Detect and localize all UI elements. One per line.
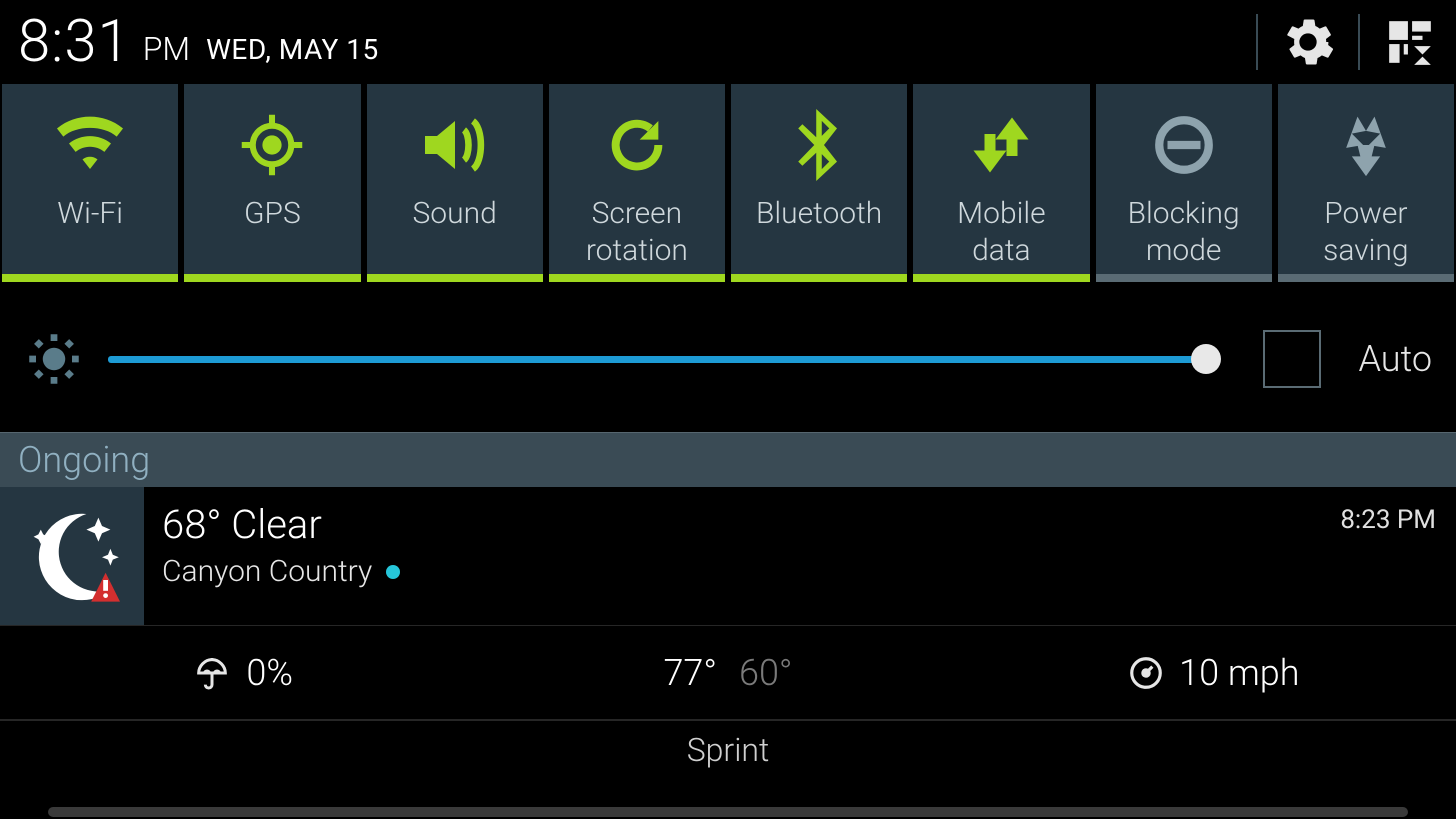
- powersave-icon: [1278, 102, 1454, 188]
- section-header-ongoing: Ongoing: [0, 432, 1456, 487]
- toggle-indicator: [1096, 274, 1272, 282]
- brightness-row: Auto: [0, 314, 1456, 404]
- quick-toggles: Wi-Fi GPS Sound Screenrotation Bluetooth…: [0, 84, 1456, 282]
- gear-icon: [1282, 16, 1334, 68]
- toggle-indicator: [184, 274, 360, 282]
- toggle-label: GPS: [240, 196, 305, 233]
- toggle-label: Wi-Fi: [53, 196, 127, 233]
- toggle-label: Bluetooth: [752, 196, 886, 233]
- carrier-label: Sprint: [0, 719, 1456, 773]
- weather-location: Canyon Country: [162, 554, 372, 589]
- toggle-label: Powersaving: [1319, 196, 1412, 269]
- weather-notification[interactable]: 68° Clear Canyon Country 8:23 PM: [0, 487, 1456, 625]
- rotate-icon: [549, 102, 725, 188]
- toggle-rotate[interactable]: Screenrotation: [549, 84, 725, 282]
- toggle-indicator: [1278, 274, 1454, 282]
- blocking-icon: [1096, 102, 1272, 188]
- wind-value: 10 mph: [1179, 652, 1299, 694]
- bluetooth-icon: [731, 102, 907, 188]
- toggle-gps[interactable]: GPS: [184, 84, 360, 282]
- wind-item: 10 mph: [971, 652, 1456, 694]
- divider: [1358, 14, 1360, 70]
- grid-icon: [1385, 17, 1435, 67]
- sound-icon: [367, 102, 543, 188]
- toggle-label: Sound: [409, 196, 501, 233]
- toggle-indicator: [731, 274, 907, 282]
- toggle-wifi[interactable]: Wi-Fi: [2, 84, 178, 282]
- status-bar: 8:31 PM WED, MAY 15: [0, 0, 1456, 80]
- brightness-auto-checkbox[interactable]: [1263, 330, 1321, 388]
- toggle-mobiledata[interactable]: Mobiledata: [913, 84, 1089, 282]
- settings-button[interactable]: [1280, 14, 1336, 70]
- clock-time: 8:31: [18, 8, 131, 76]
- temp-high: 77°: [663, 652, 717, 694]
- location-dot-icon: [386, 565, 400, 579]
- weather-detail-row: 0% 77° 60° 10 mph: [0, 625, 1456, 719]
- temp-low: 60°: [739, 652, 793, 694]
- brightness-icon: [24, 329, 84, 389]
- wifi-icon: [2, 102, 178, 188]
- weather-timestamp: 8:23 PM: [1340, 501, 1436, 615]
- toggle-indicator: [2, 274, 178, 282]
- scroll-handle[interactable]: [48, 807, 1408, 817]
- wind-gauge-icon: [1127, 654, 1165, 692]
- toggle-blocking[interactable]: Blockingmode: [1096, 84, 1272, 282]
- brightness-thumb[interactable]: [1191, 344, 1221, 374]
- toggle-indicator: [549, 274, 725, 282]
- mobiledata-icon: [913, 102, 1089, 188]
- panel-edit-button[interactable]: [1382, 14, 1438, 70]
- gps-icon: [184, 102, 360, 188]
- clock-ampm: PM: [143, 30, 190, 68]
- toggle-indicator: [367, 274, 543, 282]
- toggle-label: Mobiledata: [953, 196, 1049, 269]
- precip-value: 0%: [246, 652, 293, 694]
- weather-headline: 68° Clear: [162, 501, 400, 548]
- clock-date: WED, MAY 15: [206, 33, 379, 66]
- umbrella-icon: [192, 653, 232, 693]
- toggle-label: Blockingmode: [1124, 196, 1244, 269]
- divider: [1256, 14, 1258, 70]
- temp-range-item: 77° 60°: [485, 652, 970, 694]
- brightness-slider[interactable]: [108, 356, 1219, 363]
- toggle-powersave[interactable]: Powersaving: [1278, 84, 1454, 282]
- toggle-label: Screenrotation: [582, 196, 692, 269]
- weather-night-icon: [0, 487, 144, 625]
- toggle-sound[interactable]: Sound: [367, 84, 543, 282]
- brightness-auto-label: Auto: [1359, 338, 1433, 380]
- precip-item: 0%: [0, 652, 485, 694]
- toggle-indicator: [913, 274, 1089, 282]
- toggle-bluetooth[interactable]: Bluetooth: [731, 84, 907, 282]
